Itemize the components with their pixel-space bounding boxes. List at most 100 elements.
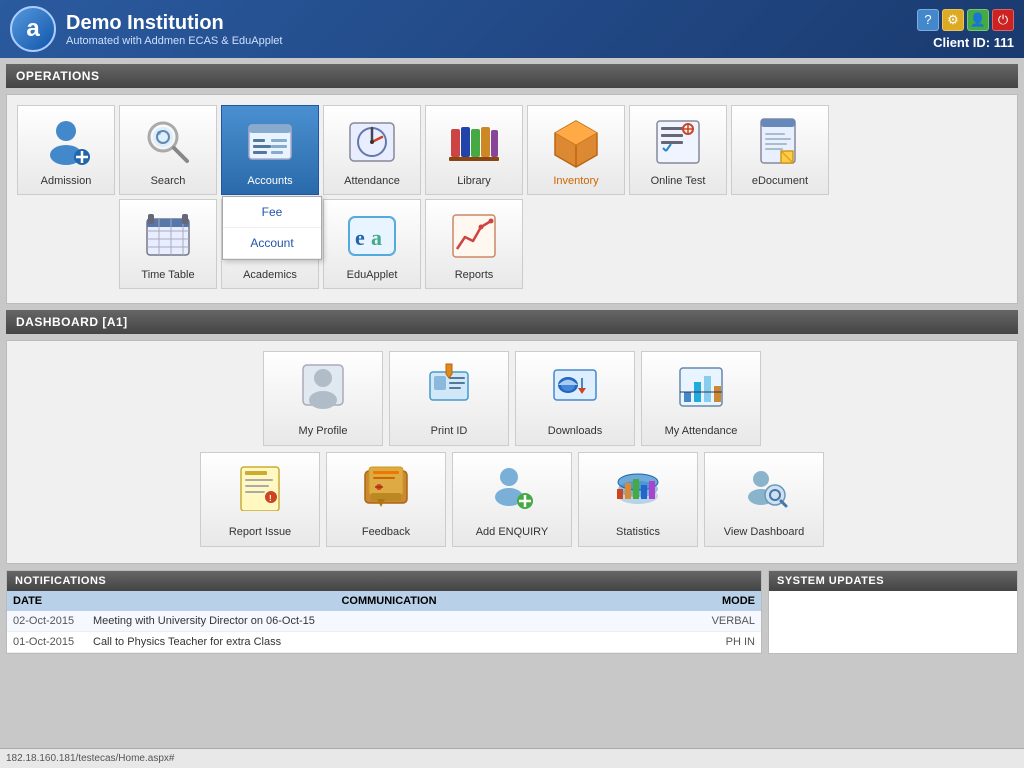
inventory-label: Inventory [553, 175, 598, 187]
app-title: Demo Institution [66, 12, 917, 35]
op-btn-search[interactable]: Search [119, 105, 217, 195]
op-btn-accounts[interactable]: Accounts Fee Account [221, 105, 319, 195]
statistics-icon [613, 461, 663, 521]
notification-row-2: 01-Oct-2015 Call to Physics Teacher for … [7, 632, 761, 653]
reports-icon [445, 207, 503, 265]
online-test-icon [649, 113, 707, 171]
downloads-icon [550, 360, 600, 420]
header-icons: ? ⚙ 👤 ⏻ [917, 9, 1014, 31]
notification-row-1: 02-Oct-2015 Meeting with University Dire… [7, 611, 761, 632]
header-text: Demo Institution Automated with Addmen E… [66, 12, 917, 47]
attendance-icon [343, 113, 401, 171]
feedback-label: Feedback [362, 526, 410, 538]
dash-btn-view-dashboard[interactable]: View Dashboard [704, 452, 824, 547]
view-dashboard-label: View Dashboard [724, 526, 805, 538]
edocument-icon [751, 113, 809, 171]
user-icon[interactable]: 👤 [967, 9, 989, 31]
notif-date-1: 02-Oct-2015 [13, 615, 93, 627]
notif-mode-2: PH IN [685, 636, 755, 648]
op-btn-attendance[interactable]: Attendance [323, 105, 421, 195]
my-profile-icon [298, 360, 348, 420]
op-btn-online-test[interactable]: Online Test [629, 105, 727, 195]
header-right: ? ⚙ 👤 ⏻ Client ID: 111 [917, 9, 1014, 50]
timetable-label: Time Table [141, 269, 194, 281]
dash-btn-print-id[interactable]: Print ID [389, 351, 509, 446]
print-id-label: Print ID [431, 425, 468, 437]
my-attendance-icon [676, 360, 726, 420]
dashboard-row2: ! Report Issue [17, 452, 1007, 547]
svg-text:a: a [371, 225, 382, 250]
report-issue-label: Report Issue [229, 526, 291, 538]
notifications-columns: DATE COMMUNICATION MODE [7, 591, 761, 611]
admission-icon [37, 113, 95, 171]
timetable-icon [139, 207, 197, 265]
feedback-icon [361, 461, 411, 521]
op-btn-reports[interactable]: Reports [425, 199, 523, 289]
notifications-panel: NOTIFICATIONS DATE COMMUNICATION MODE 02… [6, 570, 762, 654]
system-updates-header: SYSTEM UPDATES [769, 571, 1017, 591]
add-enquiry-icon [487, 461, 537, 521]
op-btn-eduapplet[interactable]: e a EduApplet [323, 199, 421, 289]
help-icon[interactable]: ? [917, 9, 939, 31]
system-updates-panel: SYSTEM UPDATES [768, 570, 1018, 654]
dash-btn-downloads[interactable]: Downloads [515, 351, 635, 446]
statistics-label: Statistics [616, 526, 660, 538]
eduapplet-label: EduApplet [347, 269, 398, 281]
notif-mode-1: VERBAL [685, 615, 755, 627]
power-icon[interactable]: ⏻ [992, 9, 1014, 31]
dash-btn-my-profile[interactable]: My Profile [263, 351, 383, 446]
op-btn-inventory[interactable]: Inventory [527, 105, 625, 195]
dashboard-header: DASHBOARD [A1] [6, 310, 1018, 334]
admission-label: Admission [41, 175, 92, 187]
dashboard-row1: My Profile Print ID [17, 351, 1007, 446]
op-btn-edocument[interactable]: eDocument [731, 105, 829, 195]
online-test-label: Online Test [651, 175, 706, 187]
client-id: Client ID: 111 [933, 35, 1014, 50]
downloads-label: Downloads [548, 425, 602, 437]
attendance-label: Attendance [344, 175, 400, 187]
settings-icon[interactable]: ⚙ [942, 9, 964, 31]
col-mode: MODE [685, 595, 755, 607]
eduapplet-icon: e a [343, 207, 401, 265]
dash-btn-report-issue[interactable]: ! Report Issue [200, 452, 320, 547]
notif-comm-2: Call to Physics Teacher for extra Class [93, 636, 685, 648]
library-label: Library [457, 175, 491, 187]
dash-btn-add-enquiry[interactable]: Add ENQUIRY [452, 452, 572, 547]
my-attendance-label: My Attendance [665, 425, 738, 437]
dash-btn-feedback[interactable]: Feedback [326, 452, 446, 547]
operations-panel: Admission Search [6, 94, 1018, 304]
svg-text:e: e [355, 225, 365, 250]
academics-label: Academics [243, 269, 297, 281]
app-subtitle: Automated with Addmen ECAS & EduApplet [66, 35, 917, 47]
op-btn-library[interactable]: Library [425, 105, 523, 195]
status-url: 182.18.160.181/testecas/Home.aspx# [6, 753, 174, 764]
add-enquiry-label: Add ENQUIRY [476, 526, 549, 538]
reports-label: Reports [455, 269, 494, 281]
accounts-icon [241, 113, 299, 171]
operations-row2: Time Table Academics [17, 199, 1007, 289]
dropdown-fee[interactable]: Fee [223, 197, 321, 228]
app-header: a Demo Institution Automated with Addmen… [0, 0, 1024, 58]
dashboard-panel: My Profile Print ID [6, 340, 1018, 564]
status-bar: 182.18.160.181/testecas/Home.aspx# [0, 748, 1024, 768]
view-dashboard-icon [739, 461, 789, 521]
accounts-label: Accounts [247, 175, 292, 187]
print-id-icon [424, 360, 474, 420]
op-btn-admission[interactable]: Admission [17, 105, 115, 195]
dropdown-account[interactable]: Account [223, 228, 321, 259]
main-content: OPERATIONS Admission [0, 58, 1024, 768]
notif-comm-1: Meeting with University Director on 06-O… [93, 615, 685, 627]
op-btn-timetable[interactable]: Time Table [119, 199, 217, 289]
report-issue-icon: ! [235, 461, 285, 521]
app-logo: a [10, 6, 56, 52]
search-label: Search [151, 175, 186, 187]
col-communication: COMMUNICATION [93, 595, 685, 607]
notif-date-2: 01-Oct-2015 [13, 636, 93, 648]
edocument-label: eDocument [752, 175, 808, 187]
operations-header: OPERATIONS [6, 64, 1018, 88]
col-date: DATE [13, 595, 93, 607]
dash-btn-my-attendance[interactable]: My Attendance [641, 351, 761, 446]
my-profile-label: My Profile [299, 425, 348, 437]
library-icon [445, 113, 503, 171]
dash-btn-statistics[interactable]: Statistics [578, 452, 698, 547]
